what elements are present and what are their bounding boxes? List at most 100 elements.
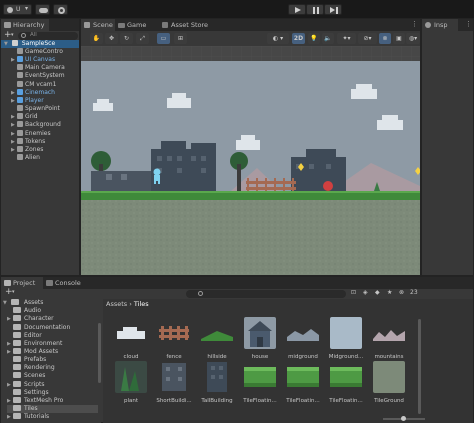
step-button[interactable]	[324, 4, 342, 15]
more-menu-icon[interactable]: ⋮	[465, 20, 472, 28]
2d-toggle[interactable]: 2D	[292, 33, 305, 44]
chevron-down-icon[interactable]: ▾	[12, 289, 15, 295]
asset-item[interactable]: TileFloatin...	[283, 361, 323, 404]
asset-label: TileGround	[374, 398, 404, 404]
asset-item[interactable]: house	[240, 317, 280, 360]
cloud-button[interactable]	[35, 4, 50, 15]
folder-item[interactable]: Tiles	[7, 405, 98, 413]
project-search-input[interactable]	[186, 290, 346, 298]
folder-icon	[13, 364, 21, 371]
hierarchy-item[interactable]: EventSystem	[11, 72, 65, 80]
gameobject-icon	[17, 64, 23, 71]
tab-asset-store[interactable]: Asset Store	[159, 19, 219, 31]
folder-item[interactable]: Rendering	[7, 364, 98, 372]
asset-item[interactable]: TileFloatin...	[326, 361, 366, 404]
move-tool-button[interactable]: ✥	[105, 33, 118, 44]
folder-item[interactable]: Documentation	[7, 323, 98, 332]
collab-button[interactable]	[53, 4, 68, 15]
asset-item[interactable]: midground	[283, 317, 323, 360]
rect-tool-button[interactable]: ▭	[157, 33, 170, 44]
hierarchy-item[interactable]: CM vcam1	[11, 80, 56, 89]
camera-button[interactable]: ▣	[393, 33, 405, 44]
filter-icon[interactable]: ⊡	[351, 289, 356, 296]
draw-mode-button[interactable]: ◐ ▾	[267, 33, 289, 44]
folder-tree-scrollbar[interactable]	[98, 323, 101, 383]
zoom-slider[interactable]	[383, 416, 425, 421]
folder-icon	[13, 396, 21, 403]
asset-item[interactable]: cloud	[111, 317, 151, 360]
asset-item[interactable]: Midground...	[326, 317, 366, 360]
label-filter-icon[interactable]: ◆	[375, 289, 380, 296]
hand-tool-button[interactable]: ✋	[90, 33, 103, 44]
folder-item[interactable]: ▶ Scripts	[7, 380, 98, 389]
scene-root[interactable]: ▼ SampleSce	[1, 40, 79, 48]
hierarchy-item-label: Zones	[25, 145, 44, 153]
tab-inspector[interactable]: Insp	[422, 19, 458, 31]
hierarchy-item[interactable]: ▶ Zones	[11, 145, 44, 154]
hierarchy-item[interactable]: ▶ UI Canvas	[11, 56, 55, 64]
tab-console[interactable]: Console	[43, 277, 87, 289]
folder-label: Tiles	[24, 405, 38, 412]
hierarchy-item[interactable]: ▶ Enemies	[11, 129, 51, 138]
folder-icon	[13, 372, 21, 379]
folder-item[interactable]: Editor	[7, 331, 98, 340]
type-filter-icon[interactable]: ◈	[363, 289, 368, 296]
hierarchy-item[interactable]: SpawnPoint	[11, 105, 60, 113]
pause-button[interactable]	[306, 4, 324, 15]
asset-item[interactable]: TallBuilding	[197, 361, 237, 404]
lighting-toggle[interactable]: 💡	[308, 33, 320, 44]
tab-scene[interactable]: Scene	[81, 19, 115, 31]
chevron-down-icon: ▼	[4, 41, 8, 47]
transform-tool-button[interactable]: ⊞	[174, 33, 187, 44]
hierarchy-item[interactable]: ▶ Cinemach	[11, 88, 55, 97]
asset-item[interactable]: fence	[154, 317, 194, 360]
scale-tool-button[interactable]: ⤢	[136, 33, 149, 44]
asset-item[interactable]: ShortBuildi...	[154, 361, 194, 404]
hierarchy-item[interactable]: ▶ Grid	[11, 113, 38, 121]
asset-item[interactable]: TileFloatin...	[240, 361, 280, 404]
effects-button[interactable]: ✦▾	[337, 33, 356, 44]
asset-item[interactable]: plant	[111, 361, 151, 404]
folder-item[interactable]: Audio	[7, 307, 98, 315]
hierarchy-item[interactable]: ▶ Player	[11, 96, 44, 105]
hidden-objects-toggle[interactable]: ⊗	[379, 33, 391, 44]
more-menu-icon[interactable]: ⋮	[411, 20, 418, 28]
rotate-tool-button[interactable]: ↻	[120, 33, 133, 44]
gizmos-button[interactable]: ◍▾	[406, 33, 420, 44]
chevron-down-icon[interactable]: ▾	[11, 32, 14, 38]
folder-item[interactable]: Prefabs	[7, 356, 98, 364]
hierarchy-item[interactable]: GameContro	[11, 48, 63, 56]
account-button[interactable]: U ▾	[3, 4, 32, 15]
folder-item[interactable]: ▶ Environment	[7, 339, 98, 348]
play-button[interactable]	[288, 4, 306, 15]
game-icon	[118, 23, 125, 28]
gameobject-icon	[17, 48, 23, 54]
asset-item[interactable]: hillside	[197, 317, 237, 360]
zoom-slider-handle[interactable]	[401, 416, 406, 421]
folder-assets[interactable]: ▼ Assets	[1, 299, 43, 307]
folder-item[interactable]: ▶ TextMesh Pro	[7, 396, 98, 405]
folder-item[interactable]: ▶ Tutorials	[7, 413, 98, 421]
folder-item[interactable]: Scenes	[7, 372, 98, 380]
asset-grid-scrollbar[interactable]	[418, 319, 421, 414]
scene-visibility-button[interactable]: ⊘▾	[358, 33, 377, 44]
folder-item[interactable]: Settings	[7, 388, 98, 397]
hierarchy-item[interactable]: ▶ Tokens	[11, 137, 45, 146]
scene-canvas[interactable]	[81, 46, 420, 275]
asset-item[interactable]: mountains	[369, 317, 409, 360]
star-icon[interactable]: ★	[387, 289, 392, 296]
folder-item[interactable]: ▶ Mod Assets	[7, 347, 98, 356]
hierarchy-search-input[interactable]: All	[18, 32, 78, 40]
hierarchy-item[interactable]: ▶ Background	[11, 121, 61, 129]
list-icon	[4, 22, 11, 28]
folder-icon	[13, 315, 21, 322]
eye-off-icon[interactable]: ⊗	[399, 289, 404, 296]
gameobject-icon	[17, 88, 23, 95]
hierarchy-item[interactable]: Alien	[11, 153, 40, 162]
asset-thumbnail	[201, 317, 233, 349]
asset-item[interactable]: TileGround	[369, 361, 409, 404]
hierarchy-item[interactable]: Main Camera	[11, 64, 65, 72]
folder-item[interactable]: ▶ Character	[7, 315, 98, 323]
tab-game[interactable]: Game	[115, 19, 153, 31]
audio-toggle[interactable]: 🔈	[322, 33, 334, 44]
